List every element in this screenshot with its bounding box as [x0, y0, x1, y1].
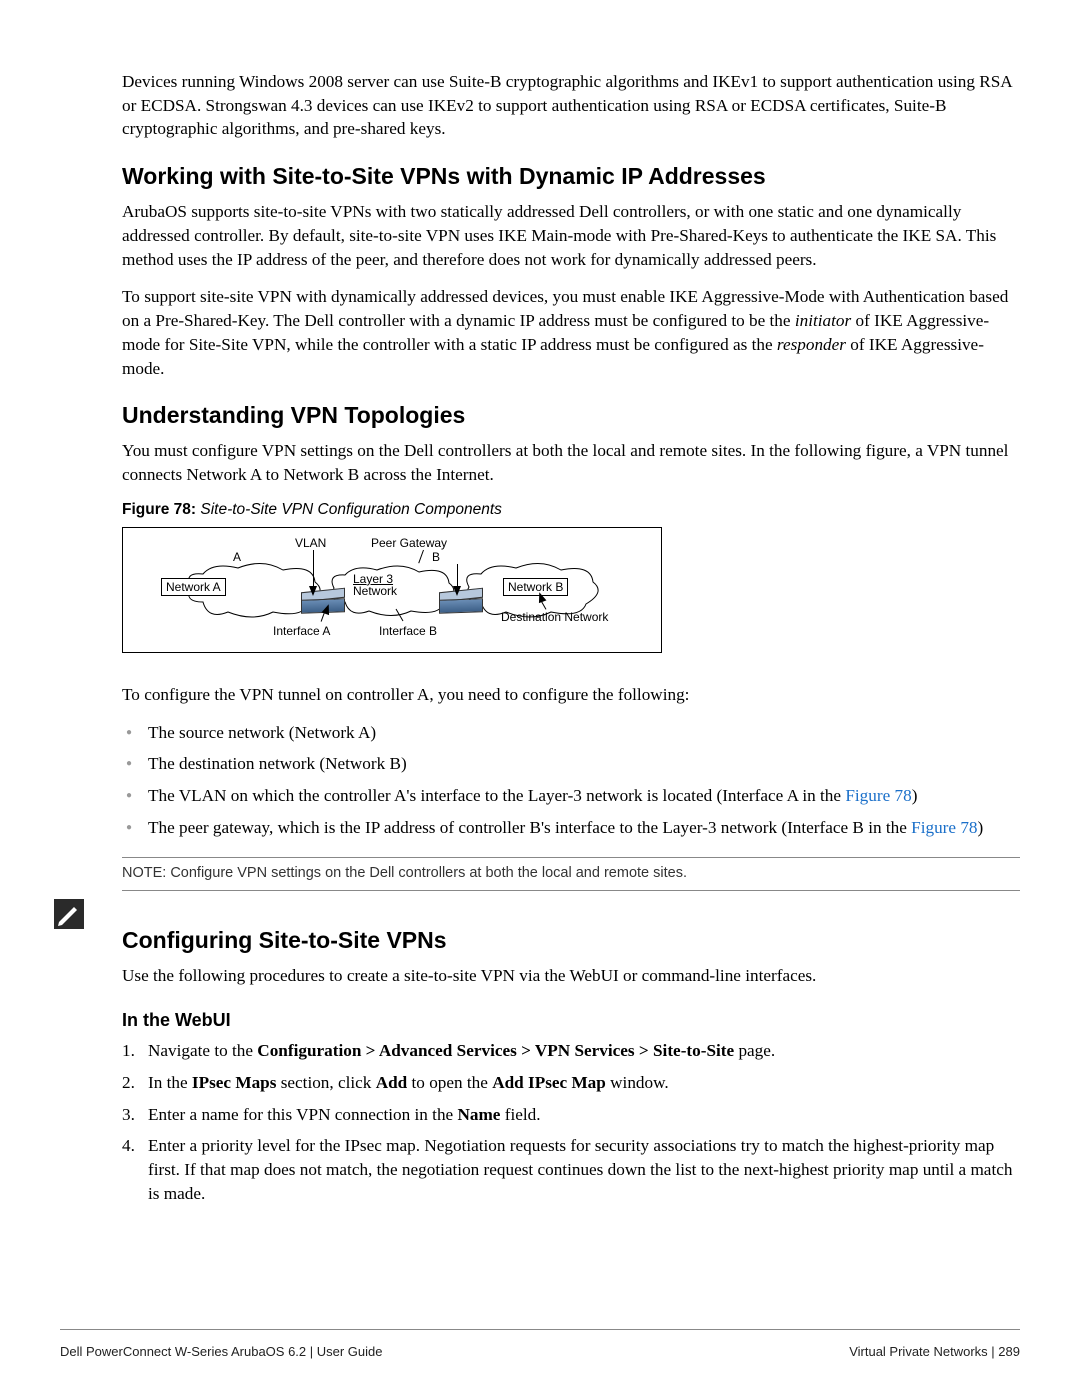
config-bullet-list: The source network (Network A) The desti… [122, 721, 1020, 840]
text: to open the [407, 1073, 492, 1092]
bold-text: Add [376, 1073, 408, 1092]
heading-configuring: Configuring Site-to-Site VPNs [122, 927, 1020, 954]
cfg-p1: Use the following procedures to create a… [122, 964, 1020, 988]
footer-left: Dell PowerConnect W-Series ArubaOS 6.2 |… [60, 1344, 383, 1359]
note-text: NOTE: Configure VPN settings on the Dell… [122, 865, 687, 881]
text: Enter a name for this VPN connection in … [148, 1105, 457, 1124]
label-vlan: VLAN [295, 536, 326, 550]
arrow-icon [453, 586, 461, 596]
arrow-line [457, 564, 458, 588]
text: The VLAN on which the controller A's int… [148, 786, 845, 805]
arrow-line [418, 550, 424, 563]
arrow-icon [309, 586, 317, 596]
figure-link[interactable]: Figure 78 [911, 818, 977, 837]
list-item: Enter a name for this VPN connection in … [122, 1103, 1020, 1127]
note-pencil-icon [54, 899, 84, 929]
text: Navigate to the [148, 1041, 257, 1060]
footer-section: Virtual Private Networks [849, 1344, 987, 1359]
arrow-line [313, 550, 314, 588]
text: The peer gateway, which is the IP addres… [148, 818, 911, 837]
text: field. [500, 1105, 540, 1124]
italic-responder: responder [777, 335, 846, 354]
label-layer3-b: Network [353, 584, 397, 598]
text: page. [734, 1041, 775, 1060]
topo-p2: To configure the VPN tunnel on controlle… [122, 683, 1020, 707]
topo-p1: You must configure VPN settings on the D… [122, 439, 1020, 486]
text: ) [978, 818, 984, 837]
figure-caption: Figure 78: Site-to-Site VPN Configuratio… [122, 501, 1020, 519]
bold-text: Name [457, 1105, 500, 1124]
page-footer: Dell PowerConnect W-Series ArubaOS 6.2 |… [60, 1329, 1020, 1359]
note-block: NOTE: Configure VPN settings on the Dell… [122, 857, 1020, 891]
label-interface-b: Interface B [379, 624, 437, 638]
text: section, click [276, 1073, 375, 1092]
figure-title: Site-to-Site VPN Configuration Component… [196, 501, 502, 518]
bold-text: Configuration > Advanced Services > VPN … [257, 1041, 734, 1060]
footer-sep: | [988, 1344, 999, 1359]
figure-link[interactable]: Figure 78 [845, 786, 911, 805]
list-item: The destination network (Network B) [122, 752, 1020, 776]
text: ) [912, 786, 918, 805]
label-destination-network: Destination Network [501, 610, 608, 624]
dynamic-p2: To support site-site VPN with dynamicall… [122, 285, 1020, 380]
label-peer-gateway: Peer Gateway [371, 536, 447, 550]
list-item: Enter a priority level for the IPsec map… [122, 1134, 1020, 1205]
list-item: The source network (Network A) [122, 721, 1020, 745]
label-interface-a: Interface A [273, 624, 330, 638]
webui-steps: Navigate to the Configuration > Advanced… [122, 1039, 1020, 1205]
label-network-a: Network A [161, 578, 226, 596]
footer-page-number: 289 [998, 1344, 1020, 1359]
list-item: The peer gateway, which is the IP addres… [122, 816, 1020, 840]
footer-right: Virtual Private Networks | 289 [849, 1344, 1020, 1359]
list-item: In the IPsec Maps section, click Add to … [122, 1071, 1020, 1095]
label-b: B [432, 550, 440, 564]
figure-diagram: VLAN A Peer Gateway B Network A Layer 3 … [122, 527, 662, 653]
controller-b-icon [439, 590, 483, 614]
heading-webui: In the WebUI [122, 1010, 1020, 1031]
bold-text: Add IPsec Map [492, 1073, 606, 1092]
heading-dynamic-ip: Working with Site-to-Site VPNs with Dyna… [122, 163, 1020, 190]
italic-initiator: initiator [795, 311, 851, 330]
figure-label: Figure 78: [122, 501, 196, 518]
text: window. [606, 1073, 669, 1092]
text: In the [148, 1073, 192, 1092]
bold-text: IPsec Maps [192, 1073, 277, 1092]
list-item: Navigate to the Configuration > Advanced… [122, 1039, 1020, 1063]
intro-paragraph: Devices running Windows 2008 server can … [122, 70, 1020, 141]
dynamic-p1: ArubaOS supports site-to-site VPNs with … [122, 200, 1020, 271]
heading-topologies: Understanding VPN Topologies [122, 402, 1020, 429]
list-item: The VLAN on which the controller A's int… [122, 784, 1020, 808]
label-a: A [233, 550, 241, 564]
